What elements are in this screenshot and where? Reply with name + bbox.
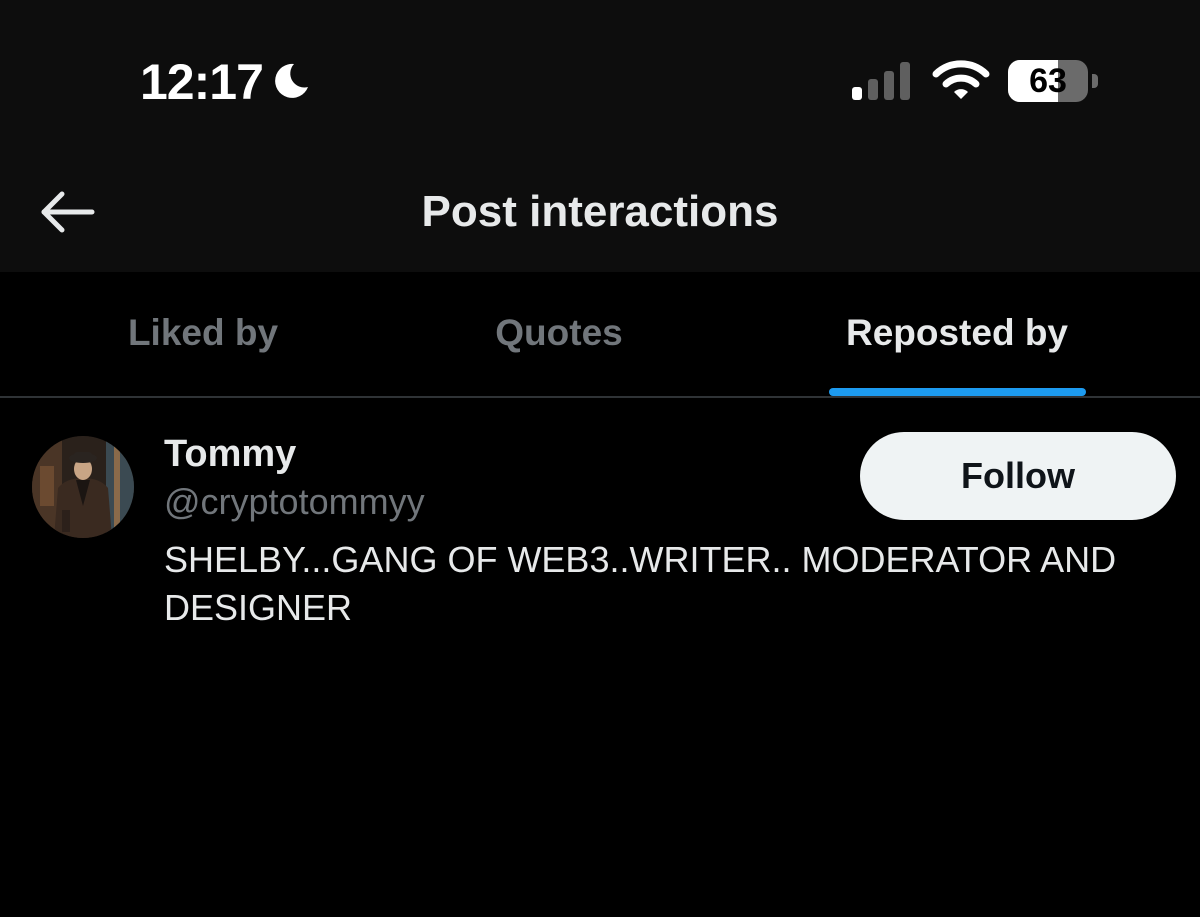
avatar-image [32, 436, 134, 538]
battery-cap [1092, 74, 1098, 88]
battery-icon: 63 [1008, 60, 1098, 102]
list-item[interactable]: Tommy @cryptotommyy SHELBY...GANG OF WEB… [0, 398, 1200, 658]
tab-bar: Liked by Quotes Reposted by [0, 272, 1200, 398]
tab-reposted-by[interactable]: Reposted by [756, 272, 1158, 396]
user-display-name[interactable]: Tommy [164, 430, 296, 478]
moon-icon [275, 63, 308, 98]
user-handle: @cryptotommyy [164, 481, 425, 522]
tab-quotes[interactable]: Quotes [356, 272, 762, 396]
tab-liked-by[interactable]: Liked by [0, 272, 406, 396]
top-chrome: 12:17 63 Post interactions [0, 0, 1200, 272]
user-bio: SHELBY...GANG OF WEB3..WRITER.. MODERATO… [164, 539, 1117, 628]
tab-label: Reposted by [845, 312, 1069, 353]
status-time: 12:17 [140, 54, 264, 110]
avatar[interactable] [32, 436, 134, 538]
tab-label: Quotes [495, 312, 623, 353]
wifi-icon [932, 60, 990, 99]
battery-level: 63 [1029, 62, 1067, 100]
battery-body: 63 [1008, 60, 1088, 102]
tab-label: Liked by [127, 312, 279, 353]
post-interactions-screen: 12:17 63 Post interactions Liked by Quot… [0, 0, 1200, 917]
active-tab-indicator [829, 388, 1086, 396]
cellular-signal-icon [852, 62, 910, 100]
follow-button[interactable]: Follow [860, 432, 1176, 520]
page-title: Post interactions [421, 187, 779, 236]
